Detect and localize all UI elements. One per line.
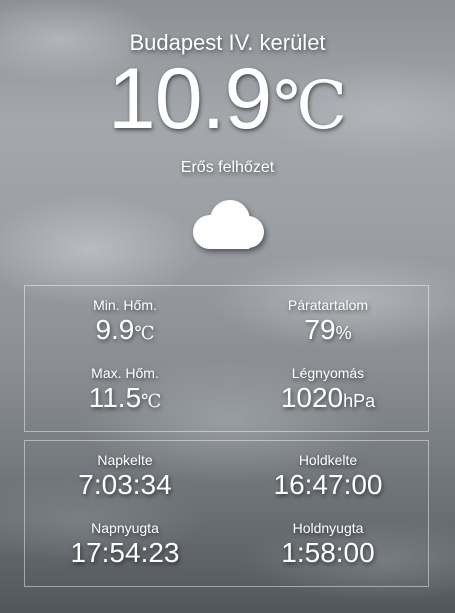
sunrise-label: Napkelte — [97, 452, 153, 468]
sunset-value: 17:54:23 — [70, 537, 180, 568]
pressure-unit: hPa — [343, 391, 376, 411]
moonset-cell: Holdnyugta 1:58:00 — [228, 519, 428, 569]
pressure-label: Légnyomás — [291, 365, 365, 381]
moonset-label: Holdnyugta — [292, 520, 364, 536]
temperature-value: 10.9 — [107, 51, 272, 147]
max-temp-cell: Max. Hőm. 11.5℃ — [25, 364, 225, 418]
min-temp-value-row: 9.9℃ — [25, 314, 225, 350]
moonset-value: 1:58:00 — [281, 537, 375, 568]
humidity-cell: Páratartalom 79% — [228, 296, 428, 349]
min-temp-value: 9.9 — [95, 314, 135, 345]
humidity-label: Páratartalom — [287, 297, 369, 313]
cloud-icon — [193, 200, 264, 249]
moonrise-label: Holdkelte — [298, 452, 358, 468]
moonrise-cell: Holdkelte 16:47:00 — [228, 451, 428, 501]
sunrise-cell: Napkelte 7:03:34 — [25, 451, 225, 501]
sunrise-value: 7:03:34 — [78, 469, 172, 500]
humidity-unit: % — [335, 323, 352, 343]
max-temp-value-row: 11.5℃ — [25, 382, 225, 418]
pressure-cell: Légnyomás 1020hPa — [228, 364, 428, 417]
temperature-unit: ℃ — [273, 67, 348, 144]
max-temp-label: Max. Hőm. — [91, 365, 159, 381]
weather-condition: Erős felhőzet — [180, 159, 275, 176]
humidity-value: 79 — [304, 314, 336, 345]
sunset-cell: Napnyugta 17:54:23 — [25, 519, 225, 569]
sunset-label: Napnyugta — [91, 520, 159, 536]
pressure-value-row: 1020hPa — [228, 382, 428, 417]
max-temp-value: 11.5 — [88, 382, 142, 413]
min-temp-label: Min. Hőm. — [93, 297, 157, 313]
temperature-stats-panel: Min. Hőm. 9.9℃ Páratartalom 79% Max. Hőm… — [24, 285, 429, 432]
humidity-value-row: 79% — [228, 314, 428, 349]
current-temperature: 10.9℃ — [0, 56, 455, 142]
moonrise-value: 16:47:00 — [273, 469, 383, 500]
min-temp-unit: ℃ — [134, 323, 155, 344]
astro-panel: Napkelte 7:03:34 Holdkelte 16:47:00 Napn… — [24, 440, 429, 587]
min-temp-cell: Min. Hőm. 9.9℃ — [25, 296, 225, 350]
max-temp-unit: ℃ — [141, 391, 162, 412]
pressure-value: 1020 — [280, 382, 344, 413]
